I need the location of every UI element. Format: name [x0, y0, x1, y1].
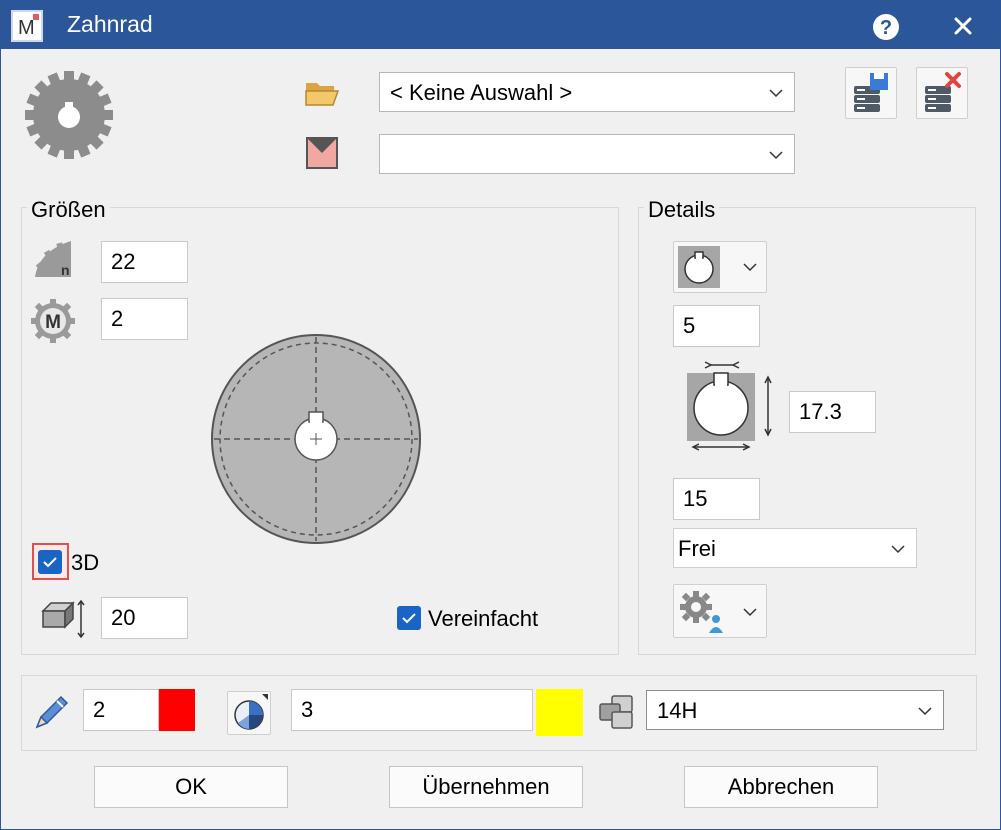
apply-button[interactable]: Übernehmen [389, 766, 583, 808]
keyway-dimension-diagram [681, 359, 781, 459]
fit-combo[interactable]: Frei [673, 528, 917, 568]
ok-button[interactable]: OK [94, 766, 288, 808]
svg-text:M: M [18, 17, 35, 39]
help-icon[interactable]: ? [871, 12, 901, 42]
3d-label: 3D [71, 550, 100, 575]
window-title: Zahnrad [67, 11, 153, 37]
thickness-icon [39, 599, 87, 639]
line-width-input[interactable]: 2 [83, 689, 159, 731]
checkmark-icon [402, 613, 416, 624]
chevron-down-icon [769, 89, 783, 98]
pencil-icon [31, 691, 73, 733]
layer-pie-icon [234, 694, 268, 730]
fit-tolerance-icon [598, 694, 638, 730]
chevron-down-icon [891, 545, 905, 554]
title-bar: M Zahnrad ? [1, 1, 1000, 49]
layer-button[interactable] [227, 691, 271, 735]
database-delete-icon [925, 72, 961, 112]
bore-value-input[interactable]: 5 [673, 305, 760, 347]
chevron-down-icon [743, 263, 757, 272]
database-save-icon [854, 73, 888, 112]
chevron-down-icon [743, 608, 757, 617]
simplified-label: Vereinfacht [428, 606, 539, 631]
simplified-checkbox[interactable] [397, 606, 421, 630]
keyway-width-input[interactable]: 15 [673, 478, 760, 520]
teeth-count-icon: n [31, 237, 77, 281]
gear-diagram [210, 333, 422, 545]
user-settings-dropdown[interactable] [673, 584, 767, 638]
svg-text:M: M [45, 312, 61, 333]
gear-preview-icon [23, 69, 115, 161]
bore-type-dropdown[interactable] [673, 241, 767, 293]
checkmark-icon [43, 557, 57, 568]
line-color-swatch[interactable] [159, 689, 195, 731]
selection-combo[interactable]: < Keine Auswahl > [379, 72, 795, 112]
save-to-database-button[interactable] [845, 67, 897, 119]
svg-text:n: n [61, 262, 70, 278]
second-combo[interactable] [379, 134, 795, 174]
folder-icon[interactable] [304, 79, 340, 107]
material-color-icon[interactable] [306, 137, 338, 169]
gear-user-icon [680, 591, 723, 633]
tolerance-combo-value: 14H [657, 698, 698, 723]
delete-from-database-button[interactable] [916, 67, 968, 119]
dialog-window: M Zahnrad ? < Keine Auswahl > Größen n 2… [0, 0, 1001, 830]
app-icon: M [11, 10, 43, 42]
groessen-label: Größen [27, 197, 110, 223]
thickness-input[interactable]: 20 [101, 597, 188, 639]
fit-combo-value: Frei [678, 536, 716, 561]
fill-color-swatch[interactable] [536, 689, 583, 736]
keyway-height-input[interactable]: 17.3 [789, 391, 876, 433]
selection-combo-value: < Keine Auswahl > [390, 80, 573, 105]
module-icon: M [31, 299, 75, 343]
3d-checkbox[interactable] [38, 550, 62, 574]
cancel-button[interactable]: Abbrechen [684, 766, 878, 808]
details-label: Details [644, 197, 720, 223]
teeth-count-input[interactable]: 22 [101, 241, 188, 283]
close-icon[interactable] [946, 9, 980, 43]
module-input[interactable]: 2 [101, 298, 188, 340]
chevron-down-icon [769, 151, 783, 160]
layer-input[interactable]: 3 [291, 689, 533, 731]
tolerance-combo[interactable]: 14H [646, 690, 944, 730]
svg-text:?: ? [880, 17, 892, 39]
chevron-down-icon [918, 707, 932, 716]
